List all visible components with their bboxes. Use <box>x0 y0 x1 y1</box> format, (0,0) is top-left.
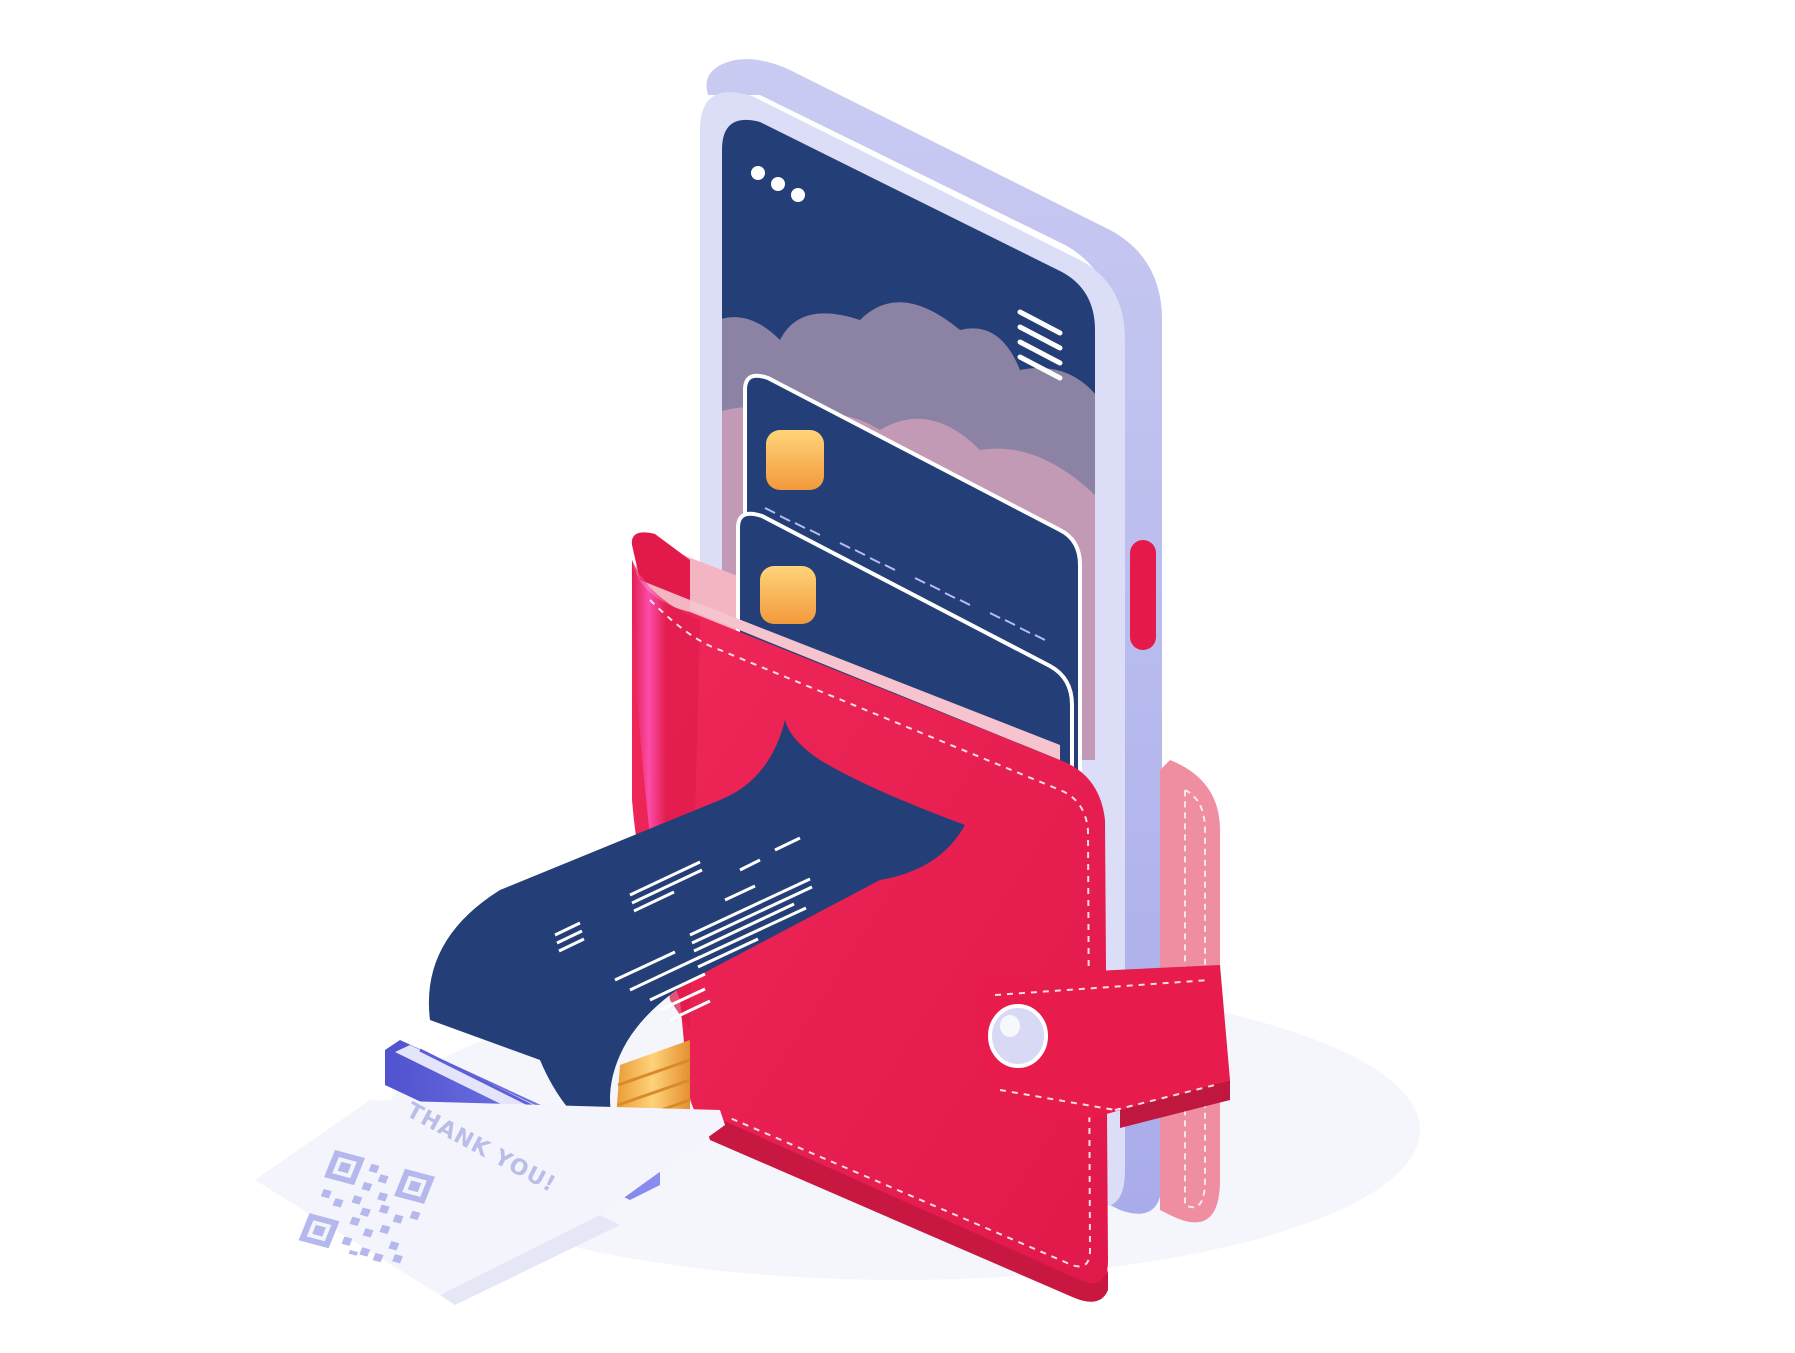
wallet-snap-button[interactable] <box>988 1004 1048 1068</box>
card-chip <box>760 566 816 624</box>
card-chip <box>766 430 824 490</box>
wallet-strap <box>976 965 1230 1128</box>
snap-highlight <box>1000 1015 1020 1037</box>
phone-side-button[interactable] <box>1130 540 1156 650</box>
wallet-payment-illustration: THANK YOU! <box>255 59 1420 1305</box>
